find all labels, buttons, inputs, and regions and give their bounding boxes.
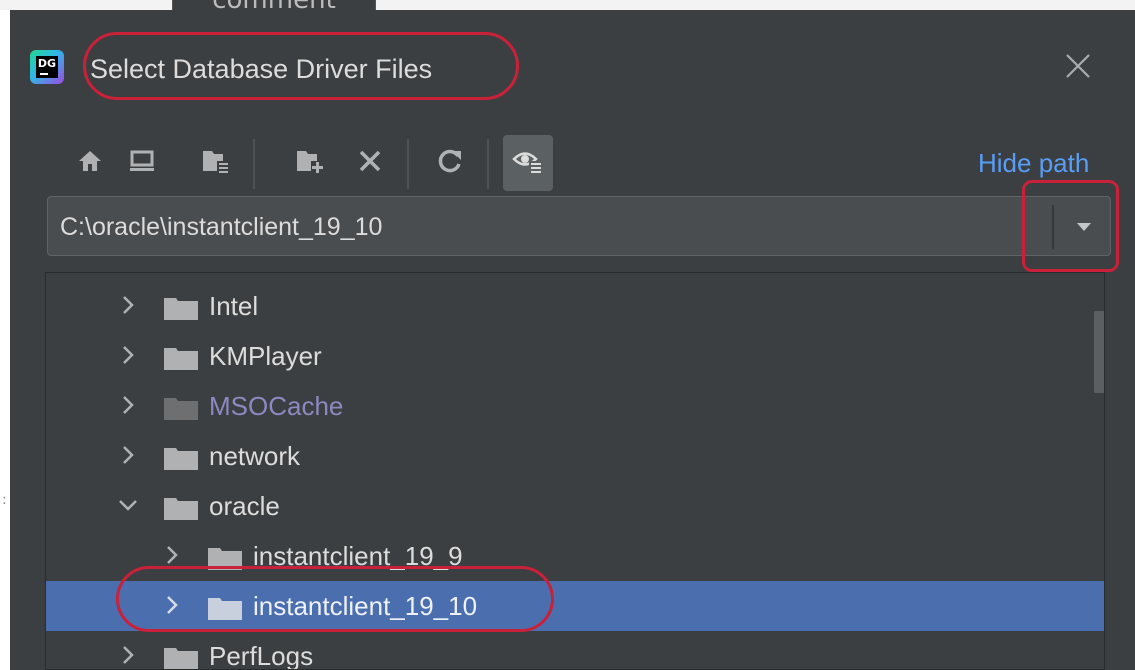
combo-divider [1052,205,1054,249]
toolbar-separator [487,139,489,189]
chevron-down-icon[interactable] [116,493,140,517]
folder-icon [208,548,242,570]
chevron-right-icon[interactable] [160,593,184,617]
tree-row[interactable]: PerfLogs [46,631,1104,670]
tree-row-label: instantclient_19_9 [253,541,463,571]
tree-row[interactable]: network [46,431,1104,481]
tree-row-label: instantclient_19_10 [253,591,478,621]
tree-row[interactable]: MSOCache [46,381,1104,431]
left-edge-strip: : [0,10,10,670]
close-icon[interactable] [1062,50,1094,82]
toolbar-separator [407,139,409,189]
toolbar-separator [253,139,255,189]
desktop-icon [128,148,156,178]
datagrip-icon: DG [30,50,64,84]
home-icon [77,148,103,178]
tree-row-label: PerfLogs [209,641,314,670]
chevron-down-icon [1075,218,1093,237]
tree-row-selected[interactable]: instantclient_19_10 [46,581,1104,631]
folder-icon [164,498,198,520]
folder-icon [208,598,242,620]
tree-row-label: oracle [209,491,280,521]
tree-row-label: MSOCache [209,391,344,421]
tree-row[interactable]: instantclient_19_9 [46,531,1104,581]
tree-row[interactable]: KMPlayer [46,331,1104,381]
desktop-button[interactable] [117,135,167,191]
tree-row-label: network [209,441,301,471]
tree-row-label: KMPlayer [209,341,322,371]
show-hidden-files-toggle[interactable] [503,135,553,191]
chevron-right-icon[interactable] [116,443,140,467]
edge-glyph: : [2,492,7,508]
chevron-right-icon[interactable] [116,393,140,417]
folder-icon [164,648,198,669]
new-folder-icon [295,147,325,179]
show-hidden-icon [512,146,544,180]
path-combobox[interactable]: C:\oracle\instantclient_19_10 [47,196,1111,256]
tree-scrollbar[interactable] [1094,311,1104,393]
folder-icon [164,448,198,470]
tree-row-label: Intel [209,291,259,321]
app-icon-text: DG [37,57,57,70]
chevron-right-icon[interactable] [116,343,140,367]
folder-icon [164,298,198,320]
tree-row[interactable]: oracle [46,481,1104,531]
path-input[interactable]: C:\oracle\instantclient_19_10 [60,197,382,257]
select-driver-files-dialog: DG Select Database Driver Files Hide pat… [10,10,1135,670]
new-folder-button[interactable] [285,135,335,191]
background-window-strip [0,0,1135,10]
file-tree[interactable]: Intel KMPlayer MSOCache network oracle i… [45,272,1105,670]
refresh-icon [436,147,464,179]
folder-icon [164,348,198,370]
delete-icon [357,148,383,178]
path-history-dropdown-button[interactable] [1066,205,1102,249]
file-chooser-toolbar [65,135,585,195]
chevron-right-icon[interactable] [116,643,140,667]
project-folder-icon [201,147,231,179]
chevron-right-icon[interactable] [160,543,184,567]
dialog-title: Select Database Driver Files [90,54,433,84]
chevron-right-icon[interactable] [116,293,140,317]
delete-button[interactable] [345,135,395,191]
hide-path-link[interactable]: Hide path [978,148,1089,179]
folder-icon [164,398,198,420]
tree-row[interactable]: Intel [46,281,1104,331]
home-button[interactable] [65,135,115,191]
project-folder-button[interactable] [191,135,241,191]
refresh-button[interactable] [425,135,475,191]
